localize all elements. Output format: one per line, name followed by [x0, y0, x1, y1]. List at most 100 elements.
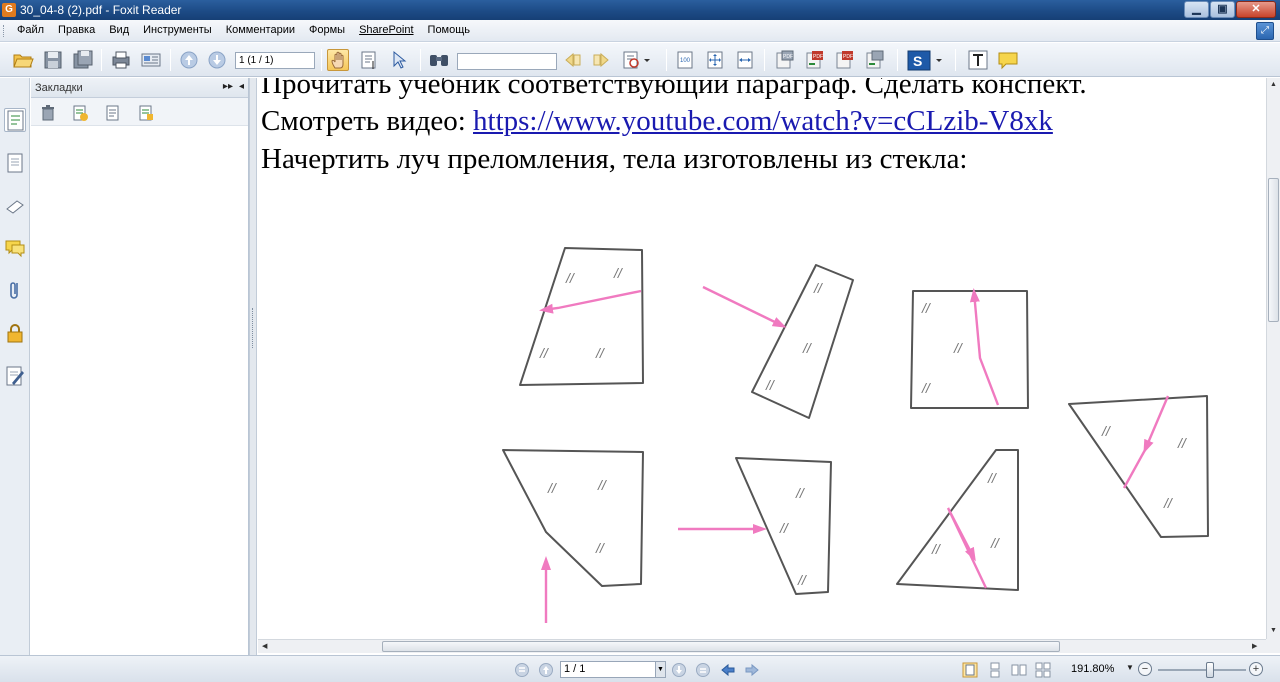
find-binoculars-icon[interactable]	[428, 49, 450, 71]
menu-file[interactable]: Файл	[10, 24, 51, 36]
continuous-facing-view-icon[interactable]	[1035, 662, 1051, 678]
menu-help[interactable]: Помощь	[421, 24, 478, 36]
restore-button[interactable]: ▣	[1210, 1, 1235, 18]
zoom-dropdown-icon[interactable]: ▼	[1126, 663, 1134, 672]
save-as-icon[interactable]	[72, 49, 94, 71]
horizontal-scroll-thumb[interactable]	[382, 641, 1060, 652]
hatch-mark: //	[813, 280, 824, 296]
close-button[interactable]: ✕	[1236, 1, 1276, 18]
zoom-slider-thumb[interactable]	[1206, 662, 1214, 678]
menu-edit[interactable]: Правка	[51, 24, 102, 36]
next-page-status-icon[interactable]	[671, 662, 687, 678]
ray-3	[969, 288, 1000, 406]
note-comment-icon[interactable]	[997, 49, 1019, 71]
toolbar-separator	[321, 49, 322, 71]
scroll-up-arrow-icon[interactable]: ▲	[1270, 81, 1277, 88]
menu-items: Файл Правка Вид Инструменты Комментарии …	[10, 24, 477, 36]
email-icon[interactable]	[140, 49, 162, 71]
page-dropdown-icon[interactable]: ▼	[655, 662, 665, 677]
search-input[interactable]	[457, 53, 557, 70]
zoom-in-button[interactable]: +	[1249, 662, 1263, 676]
zoom-level[interactable]: 191.80%	[1071, 663, 1114, 675]
vertical-scrollbar[interactable]: ▲ ▼	[1266, 78, 1280, 639]
scroll-down-arrow-icon[interactable]: ▼	[1270, 627, 1277, 634]
menu-sharepoint[interactable]: SharePoint	[352, 24, 420, 36]
search-options-icon[interactable]	[620, 49, 656, 71]
splitter-grip[interactable]	[252, 308, 255, 348]
next-page-icon[interactable]	[206, 49, 228, 71]
add-bookmark-icon[interactable]	[71, 104, 89, 122]
go-forward-icon[interactable]	[744, 662, 760, 678]
select-text-icon[interactable]	[358, 49, 380, 71]
menu-tools[interactable]: Инструменты	[136, 24, 219, 36]
hatch-mark: //	[595, 345, 606, 361]
pages-tab-icon[interactable]	[4, 151, 26, 175]
signatures-tab-icon[interactable]	[4, 364, 26, 388]
menu-view[interactable]: Вид	[102, 24, 136, 36]
layers-tab-icon[interactable]	[4, 194, 26, 218]
expand-panel-icon[interactable]: ▸▸	[223, 81, 233, 92]
foxit-app-icon[interactable]: G	[2, 3, 16, 17]
current-page-select[interactable]: 1 / 1 ▼	[560, 661, 666, 678]
vertical-scroll-thumb[interactable]	[1268, 178, 1279, 322]
pdf-convert-icon[interactable]: PDF	[804, 49, 826, 71]
bookmark-properties-icon[interactable]	[104, 104, 122, 122]
bookmarks-panel-header: Закладки ▸▸ ◂	[31, 78, 248, 98]
hatch-mark: //	[797, 572, 808, 588]
scroll-right-arrow-icon[interactable]: ▶	[1252, 642, 1257, 650]
panel-splitter[interactable]	[249, 78, 257, 655]
continuous-view-icon[interactable]	[987, 662, 1003, 678]
find-next-icon[interactable]	[590, 49, 612, 71]
menu-bar: Файл Правка Вид Инструменты Комментарии …	[0, 20, 1280, 42]
go-back-icon[interactable]	[720, 662, 736, 678]
prev-page-status-icon[interactable]	[538, 662, 554, 678]
print-icon[interactable]	[110, 49, 132, 71]
toolbar-separator	[955, 49, 956, 71]
zoom-out-button[interactable]: −	[1138, 662, 1152, 676]
hand-tool-icon[interactable]	[327, 49, 349, 71]
svg-text:100: 100	[680, 58, 691, 64]
scroll-left-arrow-icon[interactable]: ◀	[262, 642, 267, 650]
page-number-input[interactable]	[235, 52, 315, 69]
create-pdf-icon[interactable]: PDF	[774, 49, 796, 71]
menu-comments[interactable]: Комментарии	[219, 24, 302, 36]
facing-view-icon[interactable]	[1011, 662, 1027, 678]
hatch-mark: //	[547, 480, 558, 496]
ray-2	[702, 285, 787, 328]
find-previous-icon[interactable]	[562, 49, 584, 71]
svg-text:PDF: PDF	[813, 54, 823, 60]
pdf-export-icon[interactable]: PDF	[834, 49, 856, 71]
open-folder-icon[interactable]	[12, 49, 34, 71]
pdf-tools-icon[interactable]	[864, 49, 886, 71]
fit-page-icon[interactable]	[704, 49, 726, 71]
fit-width-icon[interactable]	[734, 49, 756, 71]
current-page-value: 1 / 1	[564, 663, 586, 675]
sharepoint-icon[interactable]: S	[906, 49, 946, 71]
attachments-tab-icon[interactable]	[4, 278, 26, 302]
document-view[interactable]: Прочитать учебник соответствующий парагр…	[258, 78, 1266, 639]
previous-page-icon[interactable]	[178, 49, 200, 71]
zoom-slider-track[interactable]	[1158, 669, 1246, 671]
menu-forms[interactable]: Формы	[302, 24, 352, 36]
bookmarks-tab-icon[interactable]	[4, 108, 26, 132]
first-page-icon[interactable]	[514, 662, 530, 678]
security-lock-icon[interactable]	[4, 321, 26, 345]
typewriter-icon[interactable]	[967, 49, 989, 71]
hatch-mark: //	[990, 535, 1001, 551]
delete-bookmark-icon[interactable]	[39, 104, 57, 122]
actual-size-icon[interactable]: 100	[674, 49, 696, 71]
resize-panel-icon[interactable]: ⤢	[1256, 22, 1274, 40]
comments-tab-icon[interactable]	[4, 236, 26, 260]
save-icon[interactable]	[42, 49, 64, 71]
select-arrow-icon[interactable]	[388, 49, 410, 71]
minimize-button[interactable]: ▁	[1184, 1, 1209, 18]
scroll-corner	[1266, 639, 1280, 653]
hatch-mark: //	[953, 340, 964, 356]
horizontal-scrollbar[interactable]: ◀ ▶	[258, 639, 1266, 653]
last-page-icon[interactable]	[695, 662, 711, 678]
hatch-mark: //	[1163, 495, 1174, 511]
single-page-view-icon[interactable]	[962, 662, 978, 678]
expand-bookmark-icon[interactable]	[137, 104, 155, 122]
collapse-panel-icon[interactable]: ◂	[239, 81, 244, 92]
menu-grip[interactable]	[3, 25, 6, 37]
